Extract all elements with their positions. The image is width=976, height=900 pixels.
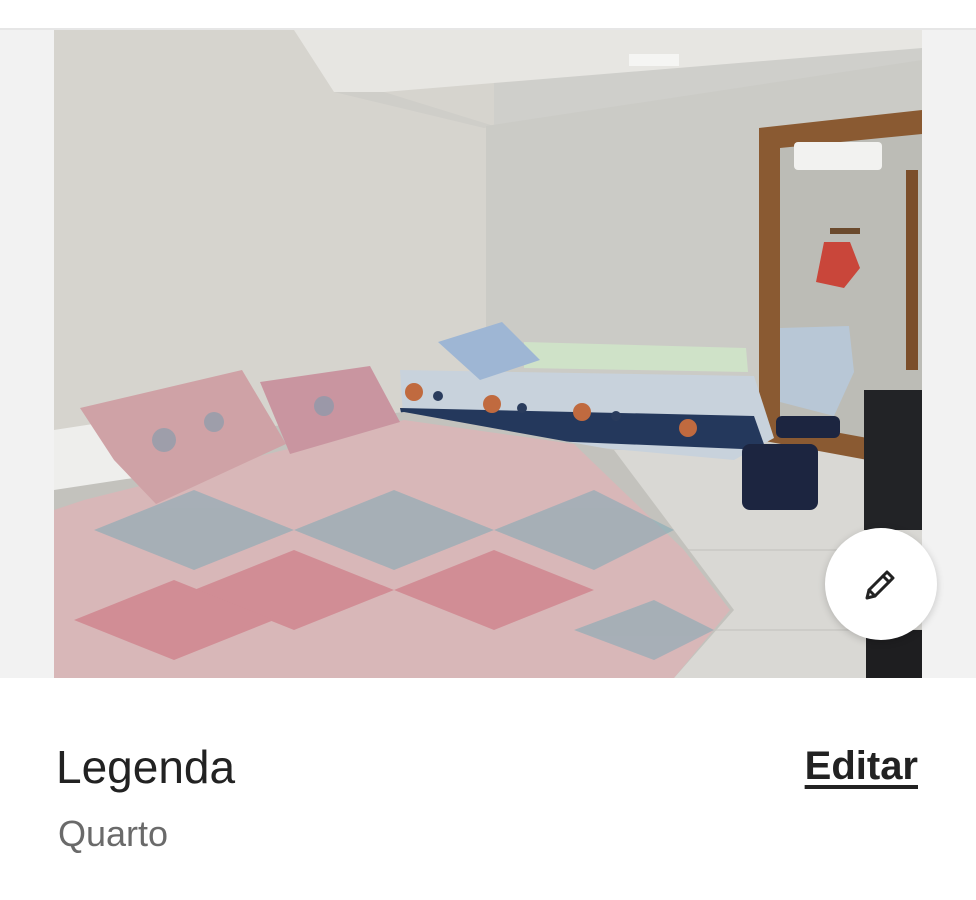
caption-value: Quarto <box>58 813 169 854</box>
photo-detail-screen: Legenda Quarto Editar <box>0 0 976 900</box>
edit-photo-button[interactable] <box>825 528 937 640</box>
bedroom-photo <box>54 30 922 678</box>
pencil-icon <box>865 570 895 600</box>
edit-caption-link[interactable]: Editar <box>805 744 918 788</box>
caption-heading: Legenda <box>56 741 236 793</box>
